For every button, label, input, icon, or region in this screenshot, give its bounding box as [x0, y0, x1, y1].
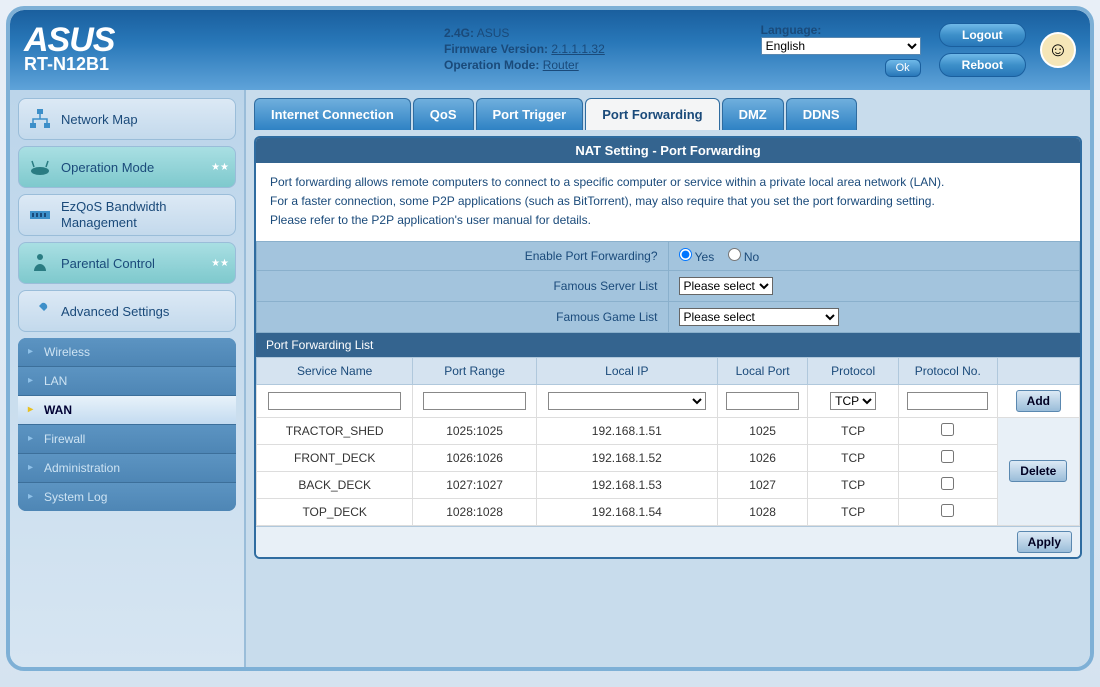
- stars-icon: ★★: [211, 162, 229, 173]
- tools-icon: [27, 298, 53, 324]
- tab-dmz[interactable]: DMZ: [722, 98, 784, 130]
- protocol-select[interactable]: TCP: [830, 392, 876, 410]
- sidebar: Network Map Operation Mode ★★ EzQoS Band…: [10, 90, 244, 667]
- header-info: 2.4G: ASUS Firmware Version: 2.1.1.1.32 …: [444, 26, 761, 74]
- tab-internet-connection[interactable]: Internet Connection: [254, 98, 411, 130]
- add-button[interactable]: Add: [1016, 390, 1061, 412]
- sidebar-item-advanced[interactable]: Advanced Settings: [18, 290, 236, 332]
- subnav-wireless[interactable]: Wireless: [18, 338, 236, 367]
- lang-ok-button[interactable]: Ok: [885, 59, 921, 77]
- settings-table: Enable Port Forwarding? Yes No Famous Se…: [256, 241, 1080, 333]
- table-header-row: Service Name Port Range Local IP Local P…: [257, 357, 1080, 384]
- logout-button[interactable]: Logout: [939, 23, 1026, 47]
- language-area: Language: English Ok: [761, 23, 921, 77]
- row-select-checkbox[interactable]: [941, 477, 954, 490]
- router-icon: [27, 154, 53, 180]
- page-title: NAT Setting - Port Forwarding: [256, 138, 1080, 163]
- sidebar-item-ezqos[interactable]: EzQoS Bandwidth Management: [18, 194, 236, 236]
- table-row: FRONT_DECK1026:1026192.168.1.521026TCP: [257, 444, 1080, 471]
- sidebar-item-network-map[interactable]: Network Map: [18, 98, 236, 140]
- brand-logo: ASUS: [24, 25, 244, 56]
- list-header: Port Forwarding List: [256, 333, 1080, 357]
- subnav-wan[interactable]: WAN: [18, 396, 236, 425]
- protocol-no-input[interactable]: [907, 392, 988, 410]
- page-description: Port forwarding allows remote computers …: [256, 163, 1080, 241]
- mascot-icon: ☺: [1040, 32, 1076, 68]
- table-row: TOP_DECK1028:1028192.168.1.541028TCP: [257, 498, 1080, 525]
- table-row: TRACTOR_SHED1025:1025192.168.1.511025TCP…: [257, 417, 1080, 444]
- port-range-input[interactable]: [423, 392, 526, 410]
- language-select[interactable]: English: [761, 37, 921, 55]
- table-row: BACK_DECK1027:1027192.168.1.531027TCP: [257, 471, 1080, 498]
- sidebar-label: Network Map: [61, 112, 138, 127]
- table-input-row: TCP Add: [257, 384, 1080, 417]
- sidebar-label: Advanced Settings: [61, 304, 169, 319]
- main-panel: Internet Connection QoS Port Trigger Por…: [244, 90, 1090, 667]
- sidebar-label: Parental Control: [61, 256, 155, 271]
- subnav-administration[interactable]: Administration: [18, 454, 236, 483]
- stars-icon: ★★: [211, 258, 229, 269]
- tab-bar: Internet Connection QoS Port Trigger Por…: [254, 98, 1082, 130]
- apply-button[interactable]: Apply: [1017, 531, 1072, 553]
- opmode-link[interactable]: Router: [543, 58, 579, 72]
- port-forwarding-table: Service Name Port Range Local IP Local P…: [256, 357, 1080, 526]
- tab-port-forwarding[interactable]: Port Forwarding: [585, 98, 719, 130]
- fw-link[interactable]: 2.1.1.1.32: [551, 42, 604, 56]
- delete-button[interactable]: Delete: [1009, 460, 1067, 482]
- sidebar-item-operation-mode[interactable]: Operation Mode ★★: [18, 146, 236, 188]
- logo-area: ASUS RT-N12B1: [24, 25, 244, 75]
- sidebar-label: Operation Mode: [61, 160, 154, 175]
- parental-icon: [27, 250, 53, 276]
- ssid-value: ASUS: [477, 26, 510, 40]
- game-list-select[interactable]: Please select: [679, 308, 839, 326]
- opmode-label: Operation Mode:: [444, 58, 539, 72]
- tab-ddns[interactable]: DDNS: [786, 98, 857, 130]
- bandwidth-icon: [27, 202, 53, 228]
- tab-qos[interactable]: QoS: [413, 98, 474, 130]
- server-list-select[interactable]: Please select: [679, 277, 773, 295]
- enable-yes-radio[interactable]: Yes: [679, 250, 715, 264]
- sidebar-label: EzQoS Bandwidth Management: [61, 199, 227, 230]
- subnav-lan[interactable]: LAN: [18, 367, 236, 396]
- ssid-label: 2.4G:: [444, 26, 474, 40]
- sub-nav: Wireless LAN WAN Firewall Administration…: [18, 338, 236, 511]
- sidebar-item-parental[interactable]: Parental Control ★★: [18, 242, 236, 284]
- local-ip-select[interactable]: [548, 392, 706, 410]
- content-box: NAT Setting - Port Forwarding Port forwa…: [254, 136, 1082, 559]
- game-list-label: Famous Game List: [257, 301, 669, 332]
- local-port-input[interactable]: [726, 392, 799, 410]
- fw-label: Firmware Version:: [444, 42, 548, 56]
- enable-no-radio[interactable]: No: [728, 250, 760, 264]
- model-label: RT-N12B1: [24, 54, 244, 75]
- top-bar: ASUS RT-N12B1 2.4G: ASUS Firmware Versio…: [10, 10, 1090, 90]
- subnav-firewall[interactable]: Firewall: [18, 425, 236, 454]
- subnav-systemlog[interactable]: System Log: [18, 483, 236, 511]
- service-name-input[interactable]: [268, 392, 401, 410]
- network-map-icon: [27, 106, 53, 132]
- language-label: Language:: [761, 23, 921, 37]
- server-list-label: Famous Server List: [257, 270, 669, 301]
- row-select-checkbox[interactable]: [941, 450, 954, 463]
- enable-label: Enable Port Forwarding?: [257, 241, 669, 270]
- reboot-button[interactable]: Reboot: [939, 53, 1026, 77]
- row-select-checkbox[interactable]: [941, 504, 954, 517]
- row-select-checkbox[interactable]: [941, 423, 954, 436]
- tab-port-trigger[interactable]: Port Trigger: [476, 98, 584, 130]
